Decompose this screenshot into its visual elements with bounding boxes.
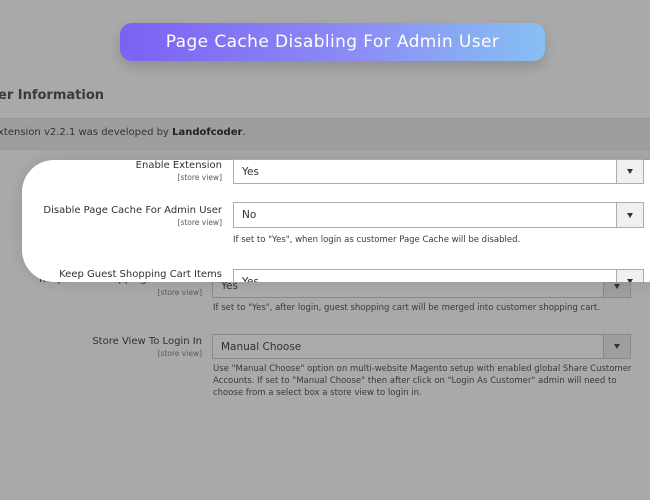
- extension-info-text: xtension v2.2.1 was developed by Landofc…: [0, 127, 246, 138]
- banner-title: Page Cache Disabling For Admin User: [165, 32, 500, 52]
- store-view-login-select[interactable]: Manual Choose: [212, 334, 631, 359]
- disable-page-cache-label: Disable Page Cache For Admin User: [43, 205, 222, 216]
- disable-page-cache-select[interactable]: No: [233, 202, 644, 228]
- disable-page-cache-scope: [store view]: [177, 218, 222, 227]
- keep-guest-cart-select-clip: Yes: [233, 269, 644, 282]
- store-view-login-label: Store View To Login In: [92, 336, 202, 347]
- enable-extension-select[interactable]: Yes: [233, 159, 644, 184]
- enable-extension-label: Enable Extension: [135, 160, 222, 171]
- disable-page-cache-note: If set to "Yes", when login as customer …: [233, 235, 521, 245]
- chevron-down-icon: [603, 335, 630, 358]
- chevron-down-icon: [616, 160, 643, 183]
- chevron-down-icon: [616, 203, 643, 227]
- keep-guest-cart-scope-bg: [store view]: [157, 288, 202, 297]
- store-view-login-scope: [store view]: [157, 349, 202, 358]
- keep-guest-cart-note: If set to "Yes", after login, guest shop…: [213, 303, 600, 313]
- enable-extension-scope: [store view]: [177, 173, 222, 182]
- store-view-login-note: Use "Manual Choose" option on multi-webs…: [213, 364, 632, 398]
- section-title: er Information: [0, 88, 105, 103]
- keep-guest-cart-label: Keep Guest Shopping Cart Items: [59, 269, 222, 280]
- keep-guest-cart-select[interactable]: Yes: [233, 269, 644, 282]
- chevron-down-icon: [616, 270, 643, 282]
- extension-info-bar: xtension v2.2.1 was developed by Landofc…: [0, 118, 650, 150]
- title-banner: Page Cache Disabling For Admin User: [120, 23, 545, 61]
- vendor-name: Landofcoder: [172, 127, 243, 138]
